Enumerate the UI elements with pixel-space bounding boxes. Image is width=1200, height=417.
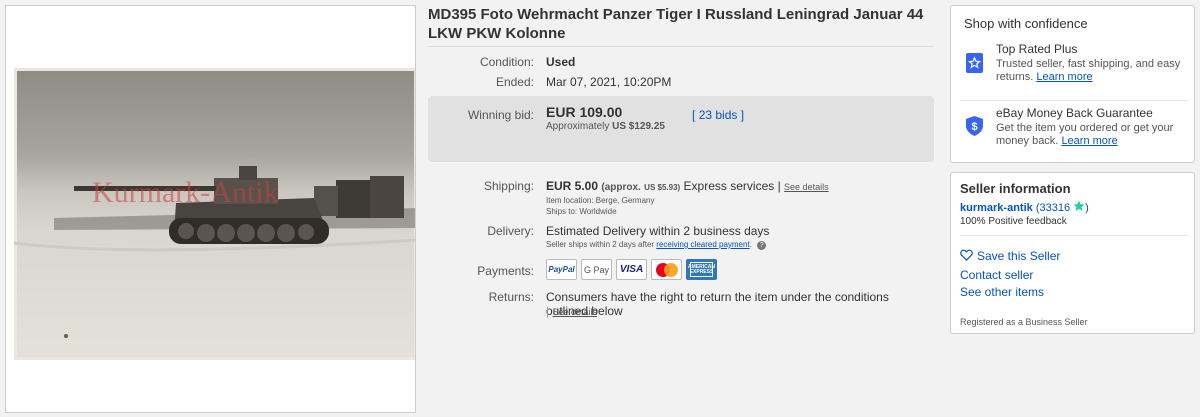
shipping-approx-value: US $5.93)	[644, 183, 681, 192]
delivery-label: Delivery:	[487, 224, 534, 238]
product-image-panel[interactable]: Kurmark-Antik	[5, 5, 416, 413]
contact-seller-link[interactable]: Contact seller	[960, 268, 1033, 282]
ended-value: Mar 07, 2021, 10:20PM	[546, 75, 672, 89]
seller-info-title: Seller information	[960, 181, 1071, 196]
confidence-divider	[960, 100, 1188, 101]
svg-text:$: $	[971, 121, 977, 133]
business-seller-note: Registered as a Business Seller	[960, 317, 1088, 327]
returns-text: Consumers have the right to return the i…	[546, 290, 889, 318]
mastercard-icon	[651, 259, 682, 280]
winning-bid-label: Winning bid:	[467, 108, 534, 122]
watermark-text: Kurmark-Antik	[92, 176, 279, 209]
item-title: MD395 Foto Wehrmacht Panzer Tiger I Russ…	[428, 6, 924, 42]
returns-label: Returns:	[488, 290, 534, 304]
shipping-value: EUR 5.00 (approx. US $5.93) Express serv…	[546, 179, 829, 193]
bid-history: [ 23 bids ]	[692, 108, 744, 122]
winning-bid-box	[428, 96, 934, 162]
google-pay-icon: G Pay	[581, 259, 612, 280]
save-seller-link[interactable]: Save this Seller	[960, 249, 1060, 263]
shipping-service: Express services |	[683, 179, 781, 193]
amex-icon: AMERICAN EXPRESS	[686, 259, 717, 280]
top-rated-learn-more-link[interactable]: Learn more	[1036, 71, 1092, 83]
returns-see-details-link[interactable]: See details	[552, 307, 597, 317]
heart-icon	[960, 249, 973, 261]
payment-methods: PayPal G Pay VISA AMERICAN EXPRESS	[546, 259, 717, 280]
top-rated-desc: Trusted seller, fast shipping, and easy …	[996, 58, 1181, 83]
condition-label: Condition:	[479, 55, 534, 69]
shipping-price: EUR 5.00	[546, 179, 599, 193]
visa-icon: VISA	[616, 259, 647, 280]
guarantee-desc: Get the item you ordered or get your mon…	[996, 122, 1174, 147]
seller-divider	[960, 235, 1188, 236]
approx-label: Approximately	[546, 121, 610, 132]
winning-bid-value: EUR 109.00	[546, 104, 623, 120]
ships-to: Ships to: Worldwide	[546, 207, 617, 216]
winning-bid-approx: Approximately US $129.25	[546, 121, 665, 132]
money-back-shield-icon: $	[966, 116, 983, 136]
shop-with-confidence-card: Shop with confidence Top Rated Plus Trus…	[950, 5, 1195, 163]
bids-bracket-open: [	[692, 108, 696, 122]
seller-name-row: kurmark-antik (33316 )	[960, 200, 1089, 214]
payments-label: Payments:	[477, 264, 534, 278]
delivery-note-suffix: .	[749, 240, 752, 249]
see-other-items-link[interactable]: See other items	[960, 285, 1044, 299]
seller-name-link[interactable]: kurmark-antik	[960, 202, 1033, 214]
tank-photo-illustration	[14, 68, 415, 360]
ended-label: Ended:	[495, 75, 534, 89]
condition-value: Used	[546, 55, 576, 69]
delivery-note-prefix: Seller ships within 2 days after	[546, 240, 655, 249]
cleared-payment-link[interactable]: receiving cleared payment	[656, 240, 749, 249]
bid-count-link[interactable]: 23 bids	[699, 108, 738, 122]
top-rated-badge-icon	[966, 53, 983, 73]
approx-value: US $129.25	[612, 121, 665, 132]
product-photo[interactable]: Kurmark-Antik	[14, 68, 415, 360]
item-location: Item location: Berge, Germany	[546, 196, 655, 205]
confidence-title: Shop with confidence	[964, 16, 1088, 31]
positive-feedback: 100% Positive feedback	[960, 216, 1067, 227]
returns-details: | See details	[546, 304, 597, 318]
shipping-see-details-link[interactable]: See details	[784, 182, 829, 192]
feedback-score-link[interactable]: 33316	[1040, 202, 1071, 214]
shipping-approx-open: (approx.	[601, 182, 641, 193]
feedback-score-close: )	[1085, 202, 1089, 214]
top-rated-title: Top Rated Plus	[996, 42, 1078, 56]
guarantee-title: eBay Money Back Guarantee	[996, 106, 1153, 120]
paypal-icon: PayPal	[546, 259, 577, 280]
help-icon[interactable]: ?	[757, 241, 767, 250]
seller-information-card: Seller information kurmark-antik (33316 …	[950, 172, 1195, 334]
feedback-star-icon	[1073, 200, 1085, 211]
delivery-note: Seller ships within 2 days after receivi…	[546, 240, 767, 250]
title-divider	[428, 46, 933, 47]
guarantee-learn-more-link[interactable]: Learn more	[1061, 135, 1117, 147]
shipping-label: Shipping:	[483, 179, 534, 193]
bids-bracket-close: ]	[740, 108, 745, 122]
delivery-estimate: Estimated Delivery within 2 business day…	[546, 224, 770, 238]
